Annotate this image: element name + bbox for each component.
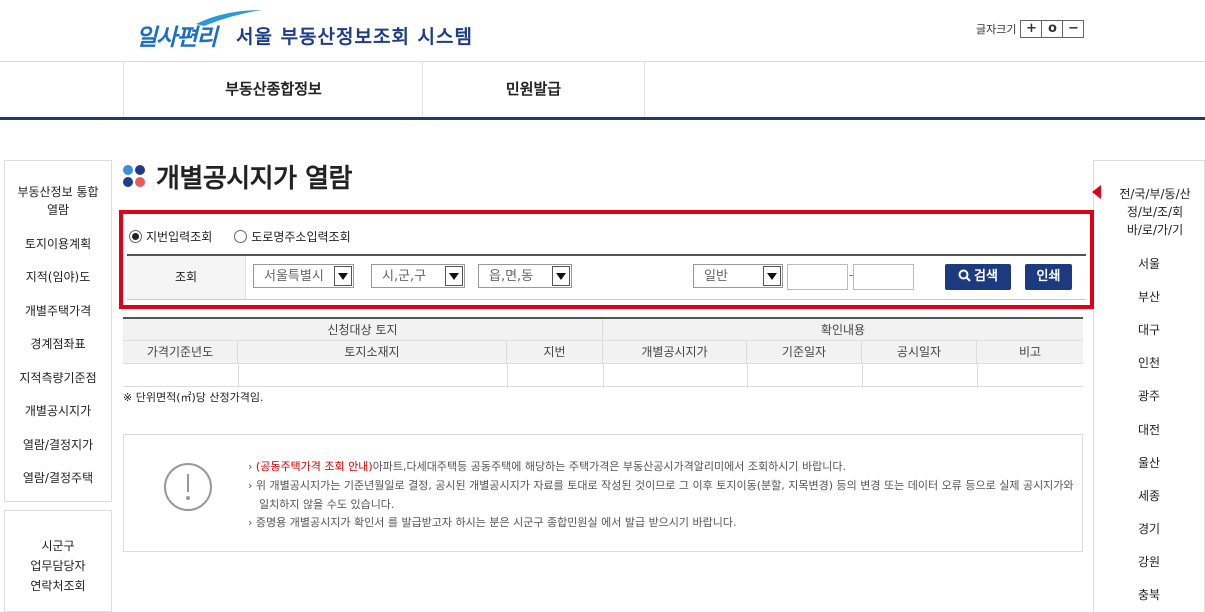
header: 일사편리 서울 부동산정보조회 시스템 글자크기 + o − [0,0,1205,60]
bullet-icon: › [248,479,253,492]
table-group-confirm: 확인내용 [603,319,1083,341]
search-row: 조회 서울특별시 시,군,구 읍,면,동 일반 - 검색 인쇄 [127,254,1086,300]
table-row [123,363,1083,388]
bullet-icon: › [248,516,253,529]
search-panel: 지번입력조회 도로명주소입력조회 조회 서울특별시 시,군,구 읍,면,동 일반… [119,210,1094,309]
city-link-busan[interactable]: 부산 [1094,288,1204,305]
city-link-gyeonggi[interactable]: 경기 [1094,520,1204,537]
info-line-1: › (공동주택가격 조회 안내)아파트,다세대주택등 공동주택에 해당하는 주택… [248,458,846,474]
font-reset-button[interactable]: o [1042,21,1064,37]
radio-road-address[interactable]: 도로명주소입력조회 [234,228,351,245]
col-base-date: 기준일자 [747,341,862,363]
arrow-left-icon [1092,185,1101,199]
lnb-item-decided-house[interactable]: 열람/결정주택 [5,469,111,487]
col-remarks: 비고 [977,341,1083,363]
chevron-down-icon [445,266,463,286]
radio-checked-icon [129,230,142,243]
contact-lookup-link[interactable]: 시군구 업무담당자 연락처조회 [5,536,111,596]
global-nav: 부동산종합정보 민원발급 [0,61,1205,120]
bubun-input[interactable] [853,264,914,290]
title-dots-icon [123,165,147,189]
dong-select[interactable]: 읍,면,동 [478,264,572,288]
gnb-civil-issuance[interactable]: 민원발급 [422,62,645,117]
info-line-2: › 위 개별공시지가는 기준년월일로 결정, 공시된 개별공시지가 자료를 토대… [248,477,1074,493]
left-nav-contact: 시군구 업무담당자 연락처조회 [4,510,112,612]
font-decrease-button[interactable]: − [1063,21,1083,37]
lnb-item-integrated[interactable]: 부동산정보 통합 열람 [5,183,111,219]
radio-unchecked-icon [234,230,248,243]
search-row-label: 조회 [127,256,246,299]
lnb-item-boundary[interactable]: 경계점좌표 [5,335,111,353]
search-button-label: 검색 [974,269,998,284]
chevron-down-icon [763,266,781,286]
land-type-select-value: 일반 [704,269,728,284]
sigungu-select[interactable]: 시,군,구 [371,264,465,288]
lnb-item-house-price[interactable]: 개별주택가격 [5,302,111,320]
city-link-daegu[interactable]: 대구 [1094,321,1204,338]
city-link-daejeon[interactable]: 대전 [1094,421,1204,438]
col-jibun: 지번 [507,341,603,363]
radio-jibun[interactable]: 지번입력조회 [129,228,212,245]
print-button[interactable]: 인쇄 [1025,264,1072,290]
result-table: 신청대상 토지 확인내용 가격기준년도 토지소재지 지번 개별공시지가 기준일자… [123,317,1083,389]
col-land-price: 개별공시지가 [603,341,747,363]
info-line-4-text: 증명용 개별공시지가 확인서 를 발급받고자 하시는 분은 시군구 종합민원실 … [255,516,737,529]
page-title: 개별공시지가 열람 [156,164,352,194]
chevron-down-icon [552,266,570,286]
search-icon [958,269,971,282]
table-group-target-land: 신청대상 토지 [123,319,603,341]
info-line-3: 일치하지 않을 수도 있습니다. [259,498,395,511]
unit-note: ※ 단위면적(㎡)당 산정가격임. [123,391,264,404]
lnb-item-land-use[interactable]: 토지이용계획 [5,235,111,253]
lnb-item-land-price[interactable]: 개별공시지가 [5,402,111,420]
bonbun-input[interactable] [787,264,848,290]
dong-select-value: 읍,면,동 [489,269,534,284]
city-link-ulsan[interactable]: 울산 [1094,454,1204,471]
info-line-1-text: 아파트,다세대주택등 공동주택에 해당하는 주택가격은 부동산공시가격알리미에서… [372,460,846,473]
sido-select[interactable]: 서울특별시 [253,264,354,288]
shortcut-title: 전/국/부/동/산 정/보/조/회 바/로/가/기 [1119,187,1191,237]
city-link-seoul[interactable]: 서울 [1094,255,1204,272]
sido-select-value: 서울특별시 [264,269,324,284]
city-link-chungbuk[interactable]: 충북 [1094,586,1204,603]
lnb-item-cadastral-map[interactable]: 지적(임야)도 [5,268,111,286]
col-price-year: 가격기준년도 [123,341,238,363]
chevron-down-icon [334,266,352,286]
city-link-incheon[interactable]: 인천 [1094,354,1204,371]
radio-road-label: 도로명주소입력조회 [251,230,351,244]
lnb-item-survey[interactable]: 지적측량기준점 [5,369,111,387]
system-title: 서울 부동산정보조회 시스템 [236,26,473,48]
col-notice-date: 공시일자 [862,341,977,363]
radio-jibun-label: 지번입력조회 [146,230,213,244]
info-box: › (공동주택가격 조회 안내)아파트,다세대주택등 공동주택에 해당하는 주택… [123,434,1083,552]
font-size-label: 글자크기 [976,23,1017,36]
left-nav: 부동산정보 통합 열람 토지이용계획 지적(임야)도 개별주택가격 경계점좌표 … [4,160,112,502]
logo-brand: 일사편리 [136,25,218,51]
gnb-real-estate-info[interactable]: 부동산종합정보 [123,62,423,117]
apartment-price-link[interactable]: (공동주택가격 조회 안내) [256,460,373,473]
land-type-select[interactable]: 일반 [693,264,783,288]
col-land-location: 토지소재지 [238,341,507,363]
city-link-gwangju[interactable]: 광주 [1094,387,1204,404]
info-line-2-text: 위 개별공시지가는 기준년월일로 결정, 공시된 개별공시지가 자료를 토대로 … [255,479,1074,492]
lnb-item-decided-land[interactable]: 열람/결정지가 [5,436,111,454]
search-button[interactable]: 검색 [945,264,1011,290]
site-logo[interactable]: 일사편리 서울 부동산정보조회 시스템 [136,8,481,51]
info-line-4: › 증명용 개별공시지가 확인서 를 발급받고자 하시는 분은 시군구 종합민원… [248,514,737,530]
sigungu-select-value: 시,군,구 [382,269,427,284]
font-increase-button[interactable]: + [1021,21,1043,37]
exclamation-icon [164,463,212,511]
bullet-icon: › [248,460,253,473]
city-link-gangwon[interactable]: 강원 [1094,553,1204,570]
right-nav: 전/국/부/동/산 정/보/조/회 바/로/가/기 서울 부산 대구 인천 광주… [1092,160,1205,612]
city-link-sejong[interactable]: 세종 [1094,487,1204,504]
font-size-control: 글자크기 + o − [976,20,1085,38]
